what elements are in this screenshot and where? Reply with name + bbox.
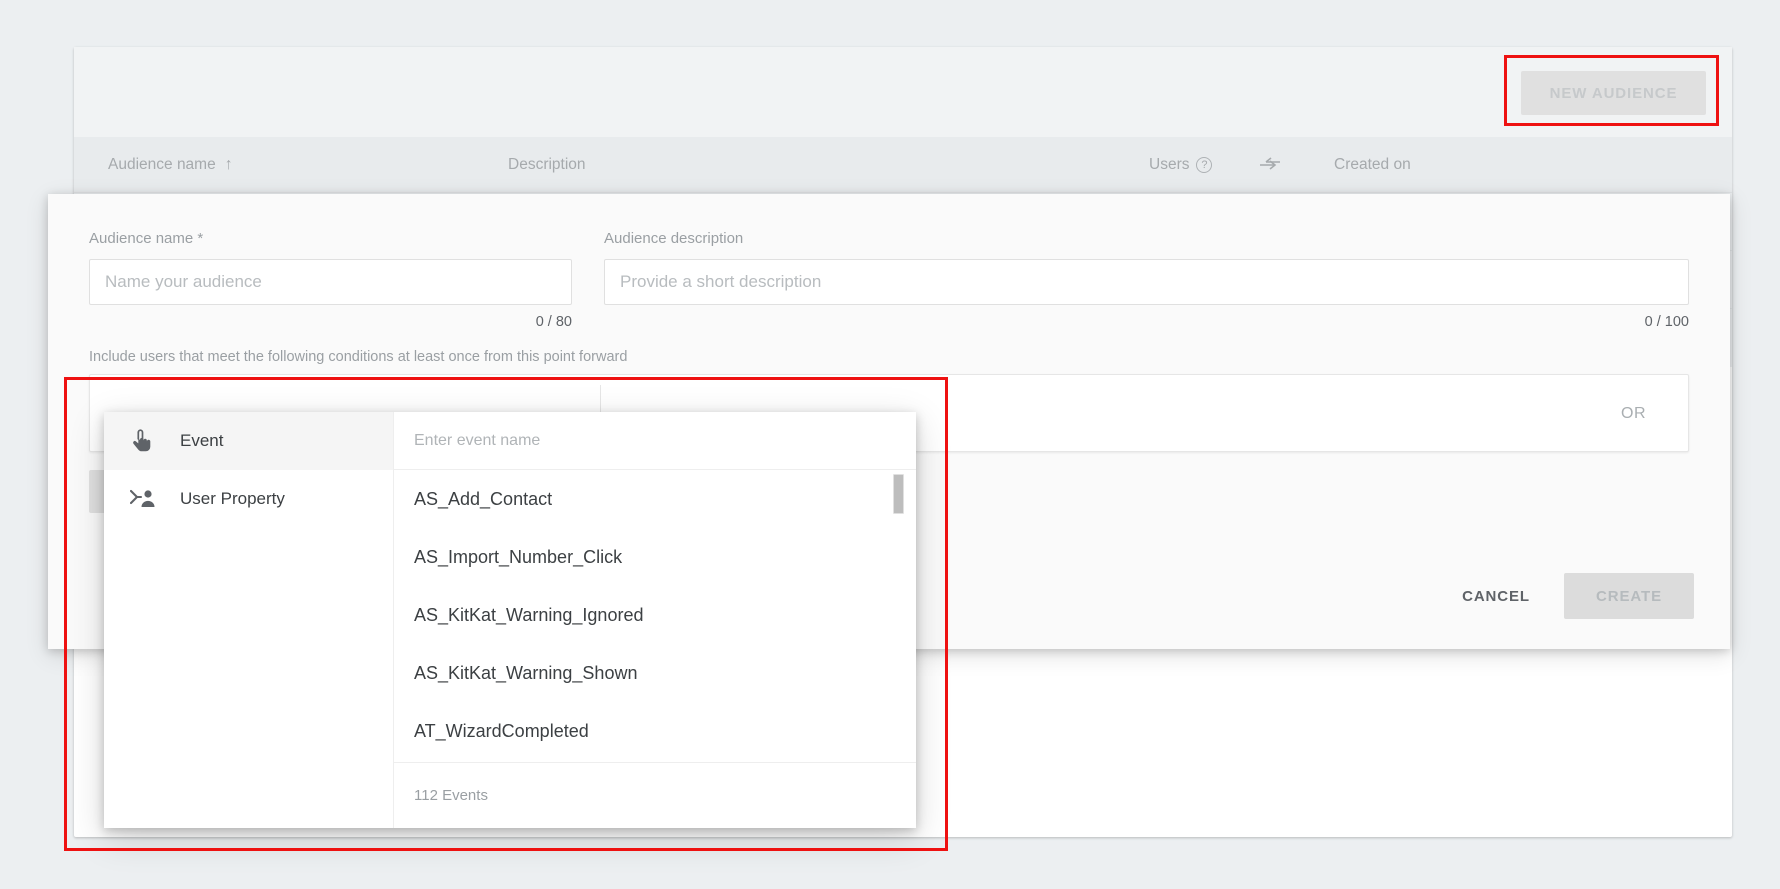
condition-or-button[interactable]: OR (1621, 375, 1646, 453)
event-search-input[interactable] (414, 432, 896, 450)
arrow-up-icon: ↑ (225, 156, 233, 174)
event-list-item[interactable]: AT_WizardCompleted (394, 702, 916, 760)
audience-description-label: Audience description (604, 230, 743, 247)
column-header-audience-name[interactable]: Audience name ↑ (108, 137, 233, 193)
audience-description-counter: 0 / 100 (1593, 314, 1689, 330)
event-list-item[interactable]: AS_Add_Contact (394, 470, 916, 528)
help-circle-icon[interactable]: ? (1196, 157, 1212, 173)
audience-name-input[interactable] (89, 259, 572, 305)
audience-name-label: Audience name * (89, 230, 203, 247)
touch-finger-icon (130, 428, 156, 454)
column-header-created-on-label: Created on (1334, 156, 1411, 174)
condition-type-user-property[interactable]: User Property (104, 470, 393, 528)
column-header-users-label: Users (1149, 156, 1189, 174)
column-header-created-on[interactable]: Created on (1334, 137, 1411, 193)
audience-description-input[interactable] (604, 259, 1689, 305)
column-header-sort-toggle[interactable] (1259, 137, 1281, 193)
condition-type-event-label: Event (180, 431, 223, 451)
event-list-item[interactable]: AS_KitKat_Warning_Shown (394, 644, 916, 702)
event-picker-panel: AS_Add_Contact AS_Import_Number_Click AS… (394, 412, 916, 828)
cancel-button[interactable]: CANCEL (1456, 578, 1536, 615)
event-search-row (394, 412, 916, 470)
condition-type-event[interactable]: Event (104, 412, 393, 470)
event-list-scrollbar-thumb[interactable] (893, 474, 904, 514)
user-property-icon (130, 486, 156, 512)
condition-type-user-property-label: User Property (180, 489, 285, 509)
column-header-description-label: Description (508, 156, 586, 174)
condition-or-label: OR (1621, 405, 1646, 423)
create-button[interactable]: CREATE (1564, 573, 1694, 619)
event-list-scrollbar[interactable] (899, 472, 910, 760)
include-conditions-note: Include users that meet the following co… (89, 349, 627, 365)
event-list[interactable]: AS_Add_Contact AS_Import_Number_Click AS… (394, 470, 916, 762)
condition-picker-popup: Event User Property AS_Add_Con (104, 412, 916, 828)
event-list-item[interactable]: AS_Import_Number_Click (394, 528, 916, 586)
event-count-footer: 112 Events (394, 762, 916, 828)
screen-root: NEW AUDIENCE Audience name ↑ Description… (0, 0, 1780, 889)
event-list-item[interactable]: AS_KitKat_Warning_Ignored (394, 586, 916, 644)
table-header-row: Audience name ↑ Description Users ? Crea… (74, 137, 1732, 193)
column-header-audience-name-label: Audience name (108, 156, 216, 174)
column-header-description[interactable]: Description (508, 137, 586, 193)
condition-type-list: Event User Property (104, 412, 394, 828)
column-header-users[interactable]: Users ? (1149, 137, 1212, 193)
new-audience-button[interactable]: NEW AUDIENCE (1521, 71, 1706, 115)
sort-icon (1259, 157, 1281, 173)
table-toolbar: NEW AUDIENCE (74, 47, 1732, 137)
form-actions: CANCEL CREATE (1456, 573, 1694, 619)
audience-name-counter: 0 / 80 (488, 314, 572, 330)
